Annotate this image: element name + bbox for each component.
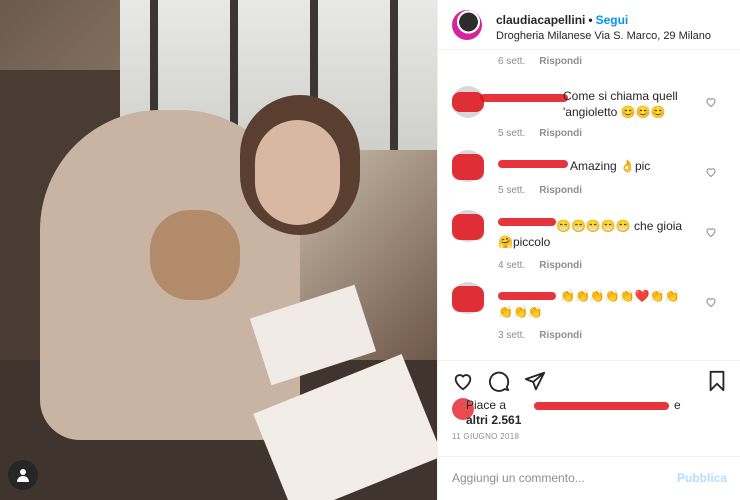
comment-icon[interactable] (488, 370, 510, 392)
like-comment-icon[interactable] (705, 166, 717, 178)
reply-button[interactable]: Rispondi (539, 128, 582, 139)
likes-count[interactable]: altri 2.561 (466, 413, 521, 428)
comment-time: 5 sett. (498, 128, 526, 139)
user-tag-icon[interactable] (8, 460, 38, 490)
comment-text: Amazing 👌pic (570, 159, 651, 173)
action-bar (438, 360, 740, 400)
location-link[interactable]: Drogheria Milanese Via S. Marco, 29 Mila… (496, 30, 711, 42)
comment-time: 4 sett. (498, 260, 526, 271)
redaction-mark (452, 154, 484, 180)
separator-dot: • (588, 13, 593, 27)
redaction-mark (452, 214, 484, 240)
comment-meta: 5 sett. Rispondi (498, 128, 582, 139)
comment-text: 😁😁😁😁😁 che gioia 🤗piccolo (498, 219, 683, 249)
reply-button[interactable]: Rispondi (539, 56, 582, 67)
comment-meta: 6 sett. Rispondi (498, 56, 582, 67)
avatar[interactable] (452, 10, 482, 40)
redaction-mark (534, 402, 669, 410)
comment-input[interactable]: Aggiungi un commento... (452, 471, 585, 485)
post-photo[interactable] (0, 0, 437, 500)
comment-meta: 5 sett. Rispondi (498, 185, 582, 196)
follow-button[interactable]: Segui (596, 13, 629, 27)
comments-list[interactable]: 6 sett. Rispondi Come si chiama quell 'an… (438, 50, 740, 360)
redaction-mark (452, 286, 484, 312)
redaction-mark (498, 160, 568, 168)
add-comment-bar: Aggiungi un commento... Pubblica (438, 456, 740, 500)
username-link[interactable]: claudiacapellini (496, 13, 585, 27)
redaction-mark (480, 94, 568, 102)
username-row: claudiacapellini • Segui (496, 13, 628, 27)
like-comment-icon[interactable] (705, 226, 717, 238)
post-date[interactable]: 11 GIUGNO 2018 (452, 432, 519, 441)
likes-suffix: e (674, 398, 681, 412)
comment-text: Come si chiama quell 'angioletto 😊😊😊 (563, 89, 678, 119)
photo-face (255, 120, 340, 225)
post-header: claudiacapellini • Segui Drogheria Milanes… (438, 0, 740, 50)
photo-dog (150, 210, 240, 300)
share-icon[interactable] (524, 370, 546, 392)
comment-meta: 4 sett. Rispondi (498, 260, 582, 271)
bookmark-icon[interactable] (706, 370, 728, 392)
like-comment-icon[interactable] (705, 96, 717, 108)
reply-button[interactable]: Rispondi (539, 260, 582, 271)
comment-time: 3 sett. (498, 330, 526, 341)
reply-button[interactable]: Rispondi (539, 185, 582, 196)
comment-time: 5 sett. (498, 185, 526, 196)
like-comment-icon[interactable] (705, 296, 717, 308)
comment-text: 👏👏👏👏👏❤️👏👏👏👏👏 (498, 289, 680, 319)
comment-meta: 3 sett. Rispondi (498, 330, 582, 341)
redaction-mark (452, 92, 484, 112)
heart-icon[interactable] (452, 370, 474, 392)
post-panel: claudiacapellini • Segui Drogheria Milanes… (437, 0, 740, 500)
comment-time: 6 sett. (498, 56, 526, 67)
likes-prefix: Piace a (466, 398, 507, 412)
publish-button[interactable]: Pubblica (677, 471, 727, 485)
reply-button[interactable]: Rispondi (539, 330, 582, 341)
